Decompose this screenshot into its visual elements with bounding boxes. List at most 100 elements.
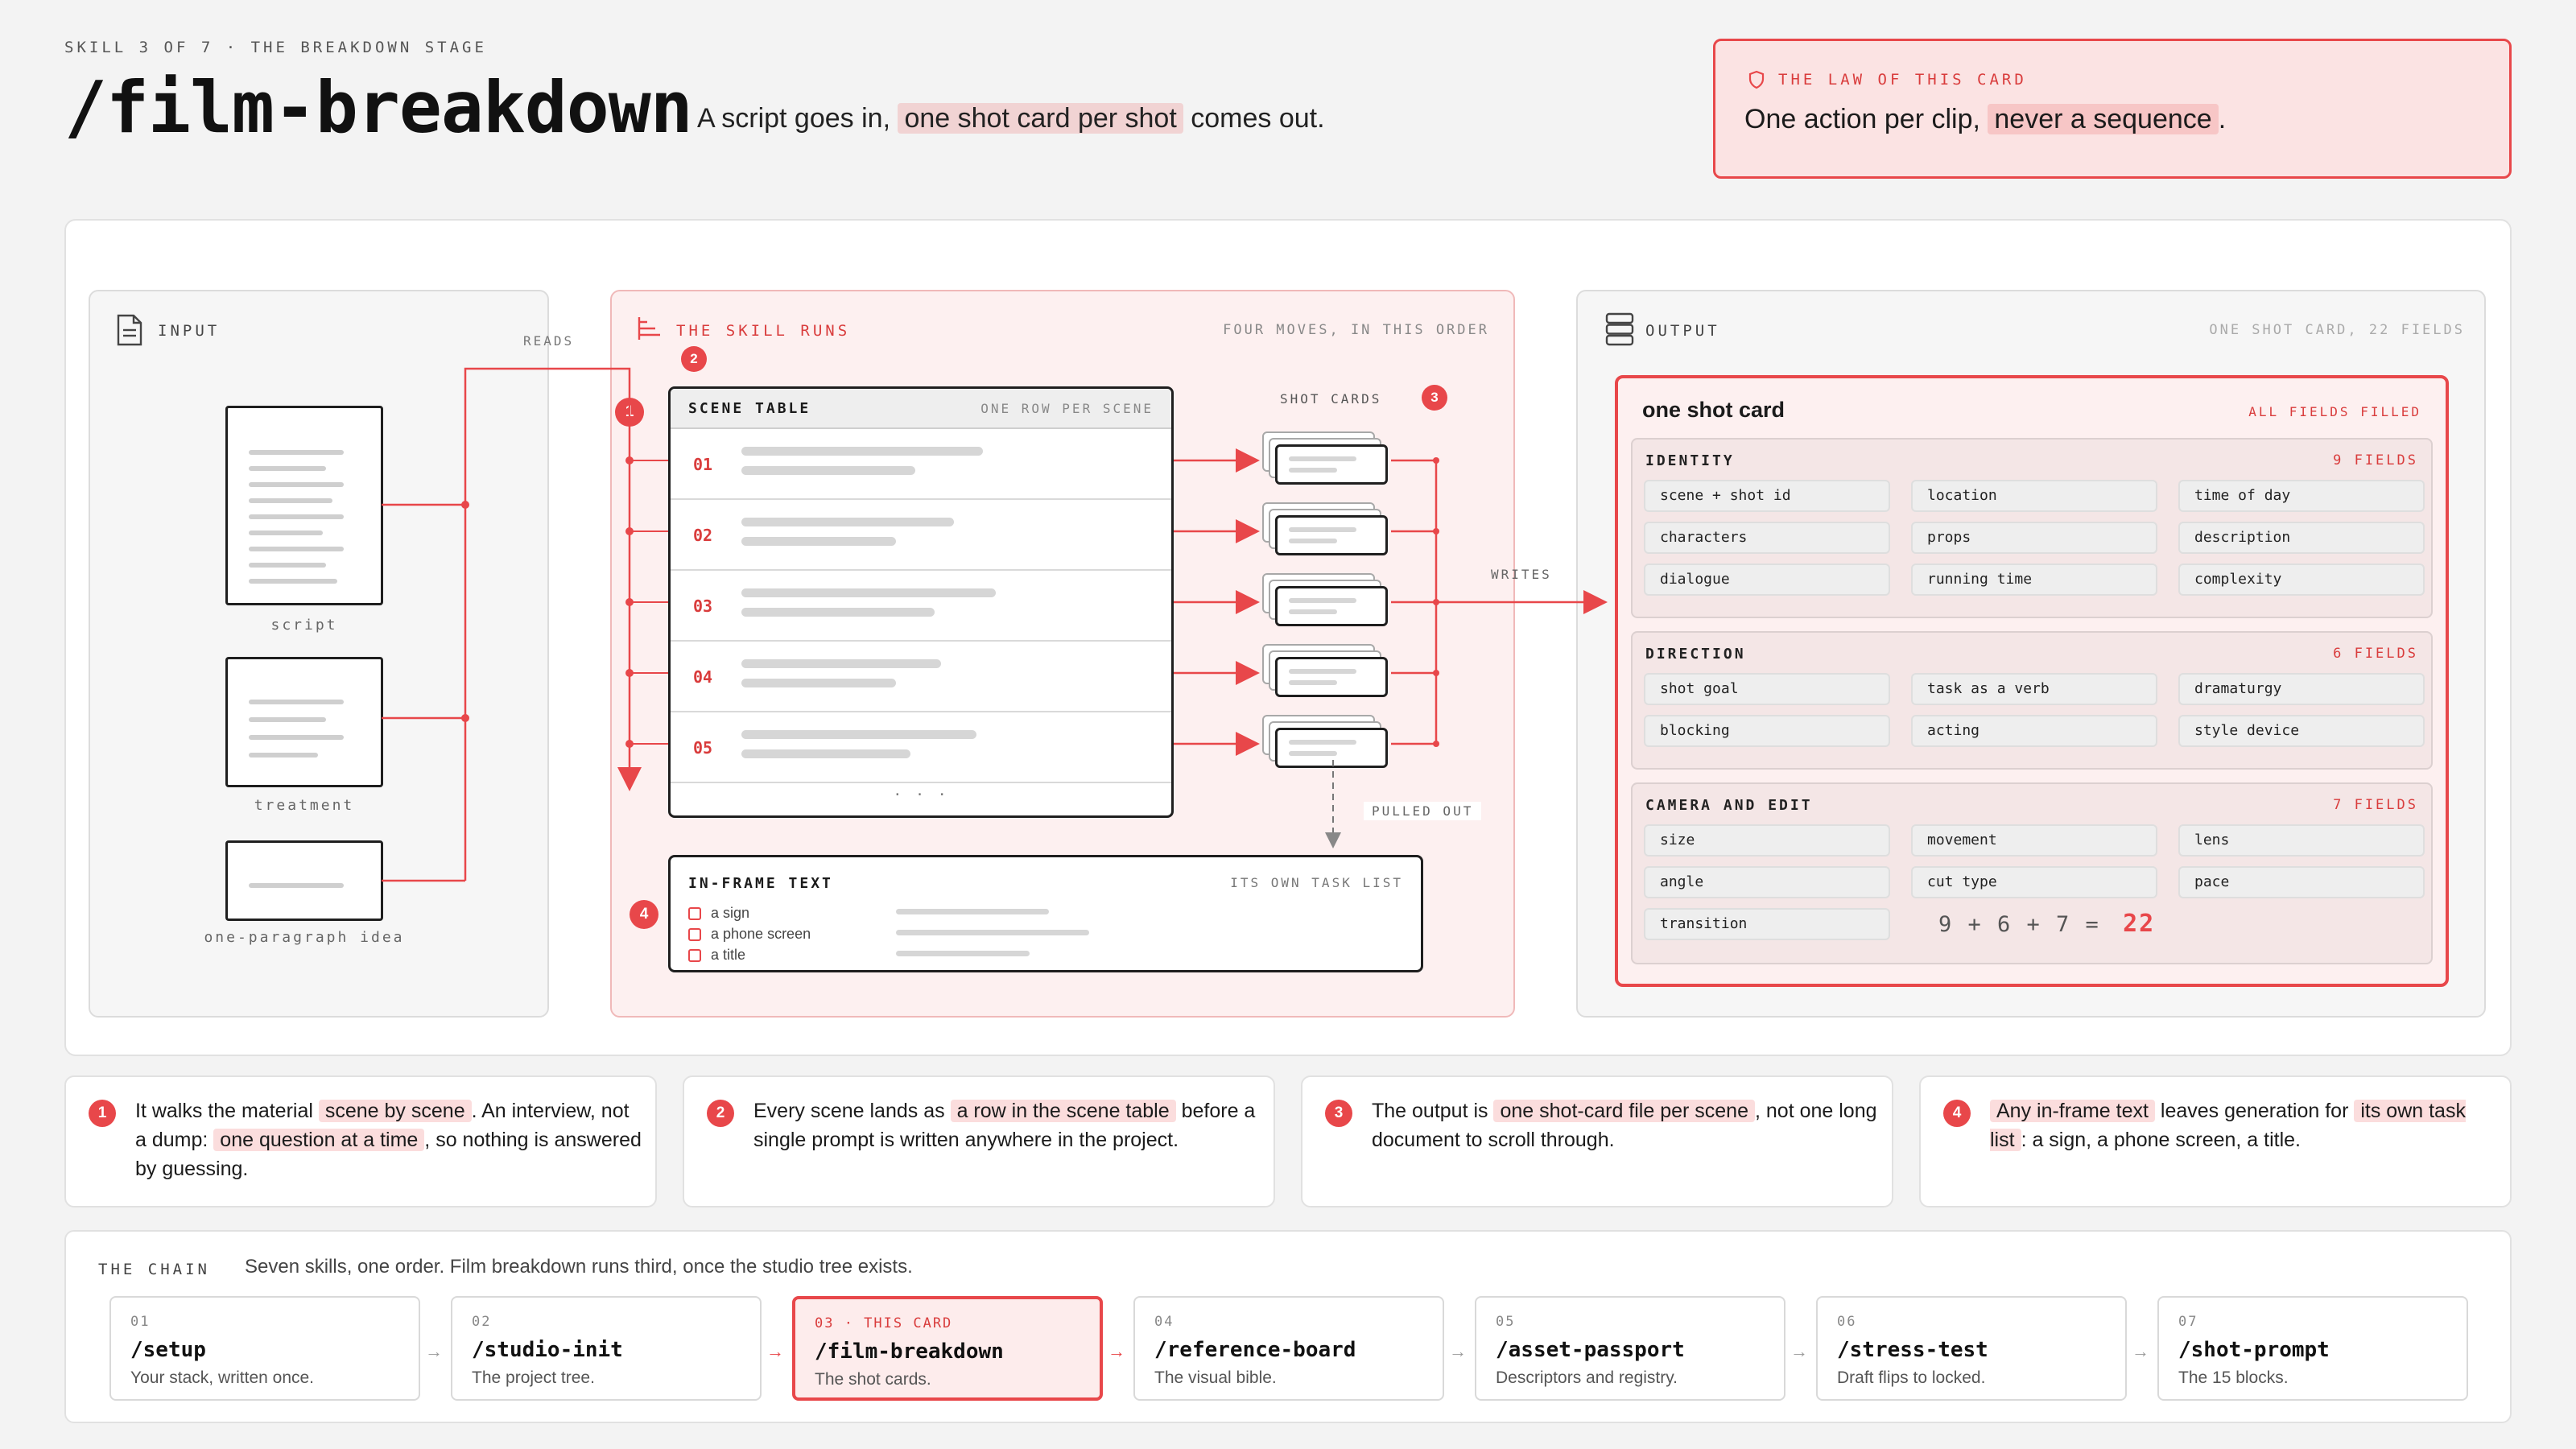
scene-table-header: SCENE TABLE ONE ROW PER SCENE xyxy=(671,389,1171,429)
shot-card-stack xyxy=(1262,715,1391,768)
note-badge: 1 xyxy=(89,1100,116,1127)
field: transition xyxy=(1644,908,1890,940)
script-label: script xyxy=(270,617,338,634)
chain-step[interactable]: 04 /reference-board The visual bible. xyxy=(1133,1296,1444,1401)
step-number: 01 xyxy=(130,1314,151,1330)
shot-card-stack xyxy=(1262,644,1391,697)
tagline-post: comes out. xyxy=(1191,103,1325,134)
scene-row: 01 xyxy=(671,429,1171,500)
note-text-part: Every scene lands as xyxy=(753,1100,945,1122)
more-rows: · · · xyxy=(893,786,949,803)
input-label: INPUT xyxy=(158,322,221,340)
field-group-identity: IDENTITY 9 FIELDS scene + shot id locati… xyxy=(1631,438,2433,618)
field: angle xyxy=(1644,866,1890,898)
eyebrow: SKILL 3 OF 7 · THE BREAKDOWN STAGE xyxy=(64,39,487,56)
chain-label: THE CHAIN xyxy=(98,1261,210,1278)
field-group-camera-edit: CAMERA AND EDIT 7 FIELDS size movement l… xyxy=(1631,782,2433,964)
note-card-2: 2 Every scene lands as a row in the scen… xyxy=(683,1075,1275,1208)
chain-step[interactable]: 05 /asset-passport Descriptors and regis… xyxy=(1475,1296,1785,1401)
in-frame-item-label: a title xyxy=(711,947,746,963)
step-description: Descriptors and registry. xyxy=(1496,1368,1678,1387)
step-badge: 3 xyxy=(1422,385,1447,411)
arrow-right-icon: → xyxy=(766,1341,784,1361)
note-highlight: scene by scene xyxy=(318,1100,472,1122)
arrow-right-icon: → xyxy=(1108,1341,1125,1361)
database-icon xyxy=(1605,312,1634,346)
shot-card-stack xyxy=(1262,502,1391,555)
in-frame-item-label: a sign xyxy=(711,905,750,921)
group-count: 7 FIELDS xyxy=(2333,797,2418,813)
in-frame-item: a phone screen xyxy=(688,923,811,944)
checkbox-icon xyxy=(688,907,701,921)
scene-row: 02 xyxy=(671,500,1171,571)
law-callout: THE LAW OF THIS CARD One action per clip… xyxy=(1713,39,2512,179)
step-number: 02 xyxy=(472,1314,492,1330)
in-frame-text-box: IN-FRAME TEXT ITS OWN TASK LIST a sign a… xyxy=(668,855,1423,972)
chain-step[interactable]: 07 /shot-prompt The 15 blocks. xyxy=(2157,1296,2468,1401)
scene-row: 04 xyxy=(671,642,1171,712)
arrow-right-icon: → xyxy=(2132,1341,2149,1361)
field: acting xyxy=(1911,715,2157,747)
note-card-3: 3 The output is one shot-card file per s… xyxy=(1301,1075,1893,1208)
scene-number: 02 xyxy=(693,526,713,545)
sum-total: 22 xyxy=(2123,910,2156,938)
chain-step-current[interactable]: 03 · THIS CARD /film-breakdown The shot … xyxy=(792,1296,1103,1401)
treatment-label: treatment xyxy=(254,797,355,814)
step-badge: 2 xyxy=(681,346,707,372)
chain-step[interactable]: 06 /stress-test Draft flips to locked. xyxy=(1816,1296,2127,1401)
in-frame-item: a sign xyxy=(688,902,811,923)
checkbox-icon xyxy=(688,949,701,963)
scene-number: 03 xyxy=(693,597,713,616)
skill-label: THE SKILL RUNS xyxy=(676,322,851,340)
field: props xyxy=(1911,522,2157,554)
output-sub: ONE SHOT CARD, 22 FIELDS xyxy=(2209,322,2465,338)
in-frame-title: IN-FRAME TEXT xyxy=(688,875,833,892)
note-text: Any in-frame text leaves generation for … xyxy=(1990,1096,2497,1154)
step-description: Draft flips to locked. xyxy=(1837,1368,1986,1387)
field: time of day xyxy=(2178,480,2425,512)
in-frame-sub: ITS OWN TASK LIST xyxy=(1230,875,1403,890)
note-text-part: : a sign, a phone screen, a title. xyxy=(2021,1129,2301,1151)
field: lens xyxy=(2178,824,2425,857)
note-text-part: The output is xyxy=(1372,1100,1488,1122)
note-highlight: one shot-card file per scene xyxy=(1493,1100,1755,1122)
note-highlight: one question at a time xyxy=(213,1129,425,1151)
skill-chain: THE CHAIN Seven skills, one order. Film … xyxy=(64,1230,2512,1423)
chain-step[interactable]: 02 /studio-init The project tree. xyxy=(451,1296,762,1401)
scene-row: 03 xyxy=(671,571,1171,642)
field: movement xyxy=(1911,824,2157,857)
writes-label: WRITES xyxy=(1491,567,1552,582)
note-text-part: leaves generation for xyxy=(2160,1100,2349,1122)
note-badge: 4 xyxy=(1943,1100,1971,1127)
skill-sub: FOUR MOVES, IN THIS ORDER xyxy=(1223,322,1489,338)
note-text: Every scene lands as a row in the scene … xyxy=(753,1096,1261,1154)
field: blocking xyxy=(1644,715,1890,747)
step-description: The 15 blocks. xyxy=(2178,1368,2289,1387)
tagline-highlight: one shot card per shot xyxy=(898,103,1183,134)
tagline-pre: A script goes in, xyxy=(697,103,891,134)
note-highlight: Any in-frame text xyxy=(1990,1100,2155,1122)
shot-cards-label: SHOT CARDS xyxy=(1280,391,1382,407)
law-label-row: THE LAW OF THIS CARD xyxy=(1748,70,2027,89)
field-sum: 9 + 6 + 7 = 22 xyxy=(1938,910,2155,938)
chain-description: Seven skills, one order. Film breakdown … xyxy=(245,1256,913,1278)
shot-card-stack xyxy=(1262,431,1391,485)
field: running time xyxy=(1911,564,2157,596)
field: cut type xyxy=(1911,866,2157,898)
scene-number: 01 xyxy=(693,455,713,474)
in-frame-item: a title xyxy=(688,944,811,965)
idea-label: one-paragraph idea xyxy=(204,929,405,946)
step-name: /reference-board xyxy=(1154,1338,1356,1362)
tagline: A script goes in, one shot card per shot… xyxy=(697,103,1325,134)
step-number: 03 · THIS CARD xyxy=(815,1315,953,1331)
field: task as a verb xyxy=(1911,673,2157,705)
group-count: 6 FIELDS xyxy=(2333,646,2418,662)
note-badge: 2 xyxy=(707,1100,734,1127)
step-number: 07 xyxy=(2178,1314,2198,1330)
checkbox-icon xyxy=(688,928,701,942)
law-label: THE LAW OF THIS CARD xyxy=(1778,71,2027,89)
step-number: 06 xyxy=(1837,1314,1857,1330)
chain-step[interactable]: 01 /setup Your stack, written once. xyxy=(109,1296,420,1401)
note-text: The output is one shot-card file per sce… xyxy=(1372,1096,1879,1154)
arrow-right-icon: → xyxy=(1449,1341,1467,1361)
